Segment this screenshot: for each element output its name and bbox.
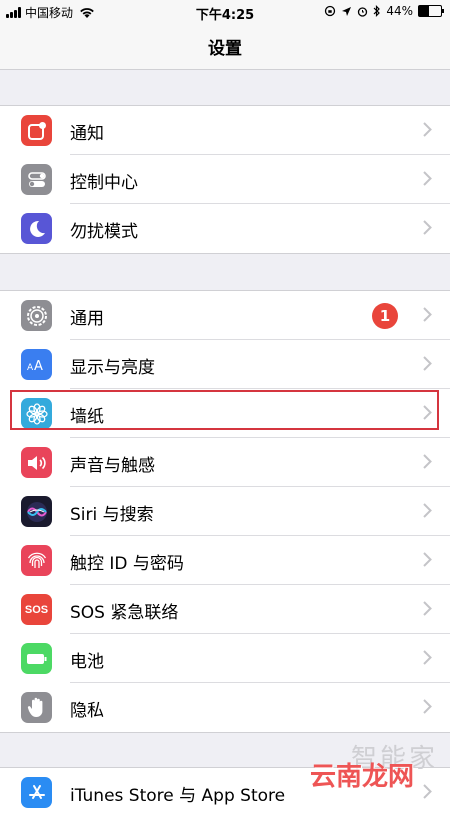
rotation-lock-icon — [325, 5, 336, 17]
hand-icon — [21, 692, 52, 723]
row-control-center[interactable]: 控制中心 — [0, 155, 450, 204]
row-general[interactable]: 通用 1 — [0, 291, 450, 340]
battery-status-icon — [418, 5, 444, 17]
status-bar: 中国移动 下午4:25 44% — [0, 0, 450, 24]
battery-fill — [419, 6, 429, 16]
watermark-site: 云南龙网 — [309, 762, 414, 792]
status-right: 44% — [324, 4, 444, 18]
chevron-right-icon — [423, 699, 432, 714]
row-label: 勿扰模式 — [70, 222, 138, 242]
alarm-icon — [358, 6, 368, 17]
row-label: 显示与亮度 — [70, 358, 155, 378]
bluetooth-icon — [373, 5, 381, 17]
display-aa-icon: A A — [21, 349, 52, 380]
notifications-icon — [21, 115, 52, 146]
battery-percent: 44% — [386, 4, 413, 18]
chevron-right-icon — [423, 122, 432, 137]
row-touch-id-passcode[interactable]: 触控 ID 与密码 — [0, 536, 450, 585]
svg-text:A: A — [27, 363, 34, 373]
chevron-right-icon — [423, 601, 432, 616]
chevron-right-icon — [423, 454, 432, 469]
row-label: 隐私 — [70, 701, 104, 721]
location-icon — [342, 6, 352, 16]
row-siri-search[interactable]: Siri 与搜索 — [0, 487, 450, 536]
chevron-right-icon — [423, 784, 432, 799]
settings-group-1: 通知 控制中心 勿扰模式 — [0, 105, 450, 254]
chevron-right-icon — [423, 650, 432, 665]
svg-text:A: A — [34, 359, 43, 374]
update-badge: 1 — [372, 303, 398, 329]
row-display-brightness[interactable]: A A 显示与亮度 — [0, 340, 450, 389]
row-label: iTunes Store 与 App Store — [70, 786, 286, 806]
row-privacy[interactable]: 隐私 — [0, 683, 450, 732]
fingerprint-icon — [21, 545, 52, 576]
row-emergency-sos[interactable]: SOS SOS 紧急联络 — [0, 585, 450, 634]
row-notifications[interactable]: 通知 — [0, 106, 450, 155]
siri-icon — [21, 496, 52, 527]
page-title: 设置 — [208, 39, 242, 59]
chevron-right-icon — [423, 552, 432, 567]
chevron-right-icon — [423, 307, 432, 322]
chevron-right-icon — [423, 356, 432, 371]
control-center-icon — [21, 164, 52, 195]
settings-group-2: 通用 1 A A 显示与亮度 墙纸 声音与触感 Siri 与搜索 触控 ID 与… — [0, 290, 450, 733]
speaker-icon — [21, 447, 52, 478]
gear-icon — [21, 300, 52, 331]
moon-icon — [21, 213, 52, 244]
chevron-right-icon — [423, 220, 432, 235]
sos-icon: SOS — [21, 594, 52, 625]
row-label: 触控 ID 与密码 — [70, 554, 184, 574]
row-label: 声音与触感 — [70, 456, 155, 476]
battery-icon — [21, 643, 52, 674]
row-do-not-disturb[interactable]: 勿扰模式 — [0, 204, 450, 253]
chevron-right-icon — [423, 171, 432, 186]
nav-bar: 设置 — [0, 24, 450, 70]
row-battery[interactable]: 电池 — [0, 634, 450, 683]
row-label: 通用 — [70, 309, 104, 329]
sos-icon-text: SOS — [24, 603, 49, 616]
chevron-right-icon — [423, 503, 432, 518]
app-store-icon — [21, 777, 52, 808]
row-label: SOS 紧急联络 — [70, 603, 179, 623]
row-label: 控制中心 — [70, 173, 138, 193]
row-label: 通知 — [70, 124, 104, 144]
highlight-box — [10, 390, 439, 430]
row-sounds-haptics[interactable]: 声音与触感 — [0, 438, 450, 487]
row-label: Siri 与搜索 — [70, 505, 154, 525]
row-label: 电池 — [70, 652, 104, 672]
